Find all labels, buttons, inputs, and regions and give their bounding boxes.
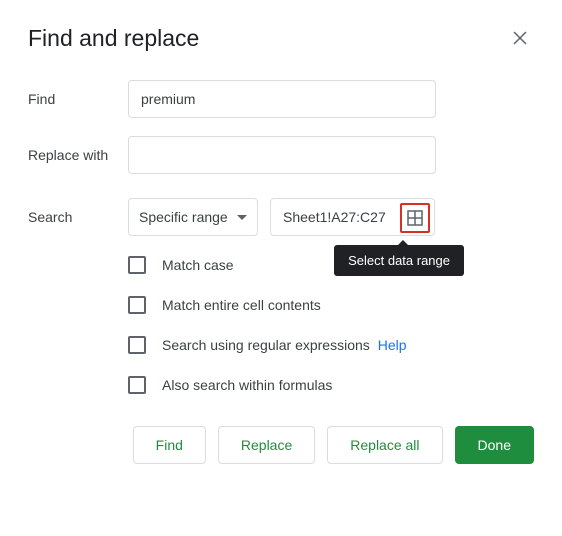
find-replace-dialog: Find and replace Find Replace with Searc… bbox=[0, 0, 562, 492]
grid-icon bbox=[407, 210, 423, 226]
done-button[interactable]: Done bbox=[455, 426, 534, 464]
replace-all-button[interactable]: Replace all bbox=[327, 426, 442, 464]
find-row: Find bbox=[28, 80, 534, 118]
range-field: Select data range bbox=[270, 198, 435, 236]
dialog-footer: Find Replace Replace all Done bbox=[28, 426, 534, 464]
find-label: Find bbox=[28, 91, 128, 107]
replace-button[interactable]: Replace bbox=[218, 426, 315, 464]
close-icon bbox=[512, 30, 528, 46]
match-case-row: Match case bbox=[128, 256, 534, 274]
formulas-label: Also search within formulas bbox=[162, 377, 332, 393]
dialog-header: Find and replace bbox=[28, 24, 534, 52]
options-group: Match case Match entire cell contents Se… bbox=[128, 256, 534, 394]
formulas-row: Also search within formulas bbox=[128, 376, 534, 394]
select-data-range-button[interactable] bbox=[400, 203, 430, 233]
search-label: Search bbox=[28, 209, 128, 225]
find-button[interactable]: Find bbox=[133, 426, 206, 464]
match-entire-row: Match entire cell contents bbox=[128, 296, 534, 314]
search-scope-select[interactable]: Specific range bbox=[128, 198, 258, 236]
regex-label: Search using regular expressions bbox=[162, 337, 370, 353]
select-range-tooltip: Select data range bbox=[334, 245, 464, 276]
replace-label: Replace with bbox=[28, 147, 128, 163]
match-entire-label: Match entire cell contents bbox=[162, 297, 321, 313]
match-case-label: Match case bbox=[162, 257, 234, 273]
regex-help-link[interactable]: Help bbox=[378, 337, 407, 353]
close-button[interactable] bbox=[506, 24, 534, 52]
range-input[interactable] bbox=[281, 208, 391, 226]
chevron-down-icon bbox=[237, 215, 247, 220]
dialog-title: Find and replace bbox=[28, 25, 199, 52]
find-input[interactable] bbox=[128, 80, 436, 118]
search-row: Search Specific range Select data range bbox=[28, 198, 534, 236]
search-scope-value: Specific range bbox=[139, 209, 237, 225]
replace-input[interactable] bbox=[128, 136, 436, 174]
regex-row: Search using regular expressions Help bbox=[128, 336, 534, 354]
match-case-checkbox[interactable] bbox=[128, 256, 146, 274]
formulas-checkbox[interactable] bbox=[128, 376, 146, 394]
match-entire-checkbox[interactable] bbox=[128, 296, 146, 314]
replace-row: Replace with bbox=[28, 136, 534, 174]
regex-checkbox[interactable] bbox=[128, 336, 146, 354]
